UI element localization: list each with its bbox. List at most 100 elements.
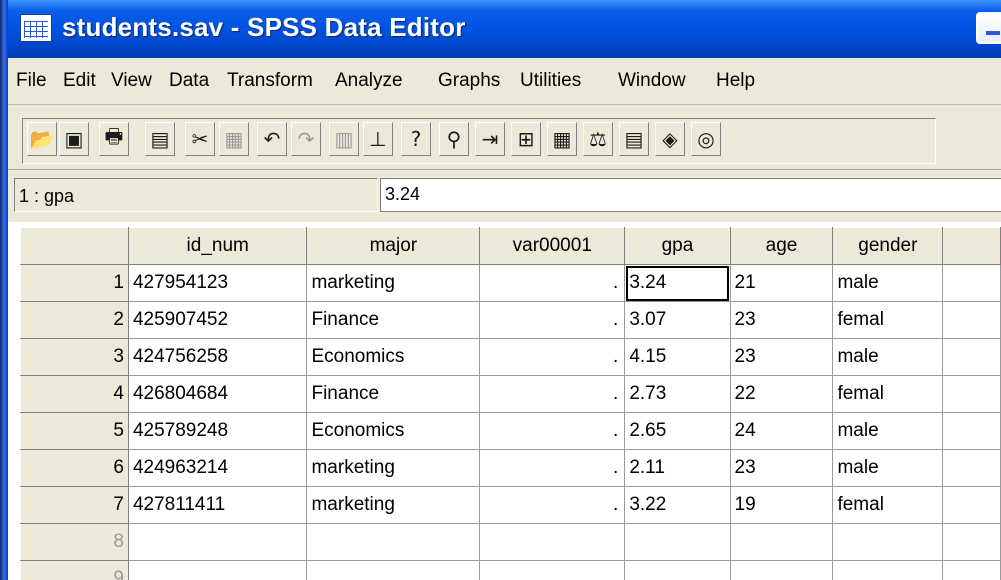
cell-major[interactable]: Finance	[306, 301, 481, 339]
cell-var00001[interactable]	[479, 560, 626, 580]
cell-empty[interactable]	[942, 264, 1001, 302]
cell-empty[interactable]	[942, 412, 1001, 450]
cell-id-num[interactable]: 424756258	[127, 338, 308, 376]
row-number[interactable]: 2	[20, 301, 129, 339]
table-row[interactable]: 4 426804684 Finance. 2.73 22 femal	[20, 375, 1001, 413]
cell-major[interactable]	[306, 523, 481, 561]
cell-id-num[interactable]	[127, 523, 308, 561]
row-number[interactable]: 6	[20, 449, 129, 487]
cell-gender[interactable]: femal	[832, 375, 944, 413]
cell-empty[interactable]	[942, 560, 1001, 580]
cell-id-num[interactable]: 425789248	[127, 412, 308, 450]
row-number[interactable]: 1	[20, 264, 129, 302]
cell-id-num[interactable]: 425907452	[127, 301, 308, 339]
row-number[interactable]: 5	[20, 412, 129, 450]
cell-id-num[interactable]	[127, 560, 308, 580]
cell-empty[interactable]	[942, 486, 1001, 524]
menu-utilities[interactable]: Utilities	[520, 70, 581, 92]
menu-graphs[interactable]: Graphs	[438, 70, 500, 92]
menu-data[interactable]: Data	[169, 70, 209, 92]
cell-id-num[interactable]: 426804684	[127, 375, 308, 413]
column-header[interactable]: gpa	[624, 227, 731, 265]
table-row[interactable]: 1 427954123 marketing. 3.24 21 male	[20, 264, 1001, 302]
cell-gpa[interactable]: 2.11	[624, 449, 731, 487]
insert-case-icon[interactable]: ⇥	[475, 122, 505, 156]
cell-empty[interactable]	[942, 301, 1001, 339]
variables-icon[interactable]: ?	[401, 122, 431, 156]
cell-var00001[interactable]: .	[479, 264, 626, 302]
use-sets-icon[interactable]: ◎	[691, 122, 721, 156]
table-row[interactable]: 6 424963214 marketing. 2.11 23 male	[20, 449, 1001, 487]
paste-icon[interactable]: ▦	[219, 122, 249, 156]
cell-major[interactable]: marketing	[306, 449, 481, 487]
cell-var00001[interactable]: .	[479, 301, 626, 339]
cell-empty[interactable]	[942, 523, 1001, 561]
cell-gpa[interactable]: 3.22	[624, 486, 731, 524]
cell-id-num[interactable]: 427954123	[127, 264, 308, 302]
row-number[interactable]: 9	[20, 560, 129, 580]
cell-major[interactable]: marketing	[306, 486, 481, 524]
menu-view[interactable]: View	[111, 70, 152, 92]
cell-var00001[interactable]: .	[479, 338, 626, 376]
cell-gpa[interactable]: 3.07	[624, 301, 731, 339]
cell-gpa[interactable]: 2.65	[624, 412, 731, 450]
table-row[interactable]: 5 425789248 Economics. 2.65 24 male	[20, 412, 1001, 450]
cell-age[interactable]	[729, 523, 834, 561]
title-bar[interactable]: students.sav - SPSS Data Editor	[8, 0, 1001, 58]
save-icon[interactable]: ▣	[59, 122, 89, 156]
table-row[interactable]: 9	[20, 560, 1001, 580]
cell-age[interactable]: 24	[729, 412, 834, 450]
goto-chart-icon[interactable]: ▥	[329, 122, 359, 156]
cell-gpa[interactable]: 2.73	[624, 375, 731, 413]
cell-gender[interactable]	[832, 523, 944, 561]
split-file-icon[interactable]: ▦	[547, 122, 577, 156]
undo-icon[interactable]: ↶	[257, 122, 287, 156]
column-header[interactable]: gender	[832, 227, 944, 265]
cell-major[interactable]	[306, 560, 481, 580]
cell-age[interactable]: 22	[729, 375, 834, 413]
print-icon[interactable]: 🖶	[99, 122, 129, 156]
cell-gender[interactable]: male	[832, 264, 944, 302]
cell-gpa[interactable]: 3.24	[624, 264, 731, 302]
cell-var00001[interactable]: .	[479, 412, 626, 450]
cell-id-num[interactable]: 424963214	[127, 449, 308, 487]
weight-cases-icon[interactable]: ⚖	[583, 122, 613, 156]
column-header[interactable]: age	[729, 227, 834, 265]
cell-empty[interactable]	[942, 338, 1001, 376]
cell-gender[interactable]: male	[832, 338, 944, 376]
table-row[interactable]: 3 424756258 Economics. 4.15 23 male	[20, 338, 1001, 376]
cell-age[interactable]: 19	[729, 486, 834, 524]
insert-variable-icon[interactable]: ⊞	[511, 122, 541, 156]
row-number[interactable]: 7	[20, 486, 129, 524]
menu-file[interactable]: File	[16, 70, 47, 92]
cut-icon[interactable]: ✂	[185, 122, 215, 156]
cell-gender[interactable]	[832, 560, 944, 580]
menu-window[interactable]: Window	[618, 70, 686, 92]
cell-var00001[interactable]: .	[479, 486, 626, 524]
row-number[interactable]: 8	[20, 523, 129, 561]
row-number[interactable]: 3	[20, 338, 129, 376]
cell-major[interactable]: marketing	[306, 264, 481, 302]
cell-value-input[interactable]: 3.24	[380, 178, 1001, 212]
goto-case-icon[interactable]: ⊥	[363, 122, 393, 156]
value-labels-icon[interactable]: ◈	[655, 122, 685, 156]
cell-empty[interactable]	[942, 449, 1001, 487]
row-number[interactable]: 4	[20, 375, 129, 413]
cell-age[interactable]	[729, 560, 834, 580]
cell-gender[interactable]: male	[832, 449, 944, 487]
cell-gender[interactable]: male	[832, 412, 944, 450]
open-icon[interactable]: 📂	[27, 122, 57, 156]
cell-age[interactable]: 21	[729, 264, 834, 302]
cell-id-num[interactable]: 427811411	[127, 486, 308, 524]
menu-analyze[interactable]: Analyze	[335, 70, 403, 92]
table-row[interactable]: 2 425907452 Finance. 3.07 23 femal	[20, 301, 1001, 339]
cell-gender[interactable]: femal	[832, 301, 944, 339]
cell-major[interactable]: Economics	[306, 412, 481, 450]
cell-gpa[interactable]	[624, 560, 731, 580]
cell-major[interactable]: Finance	[306, 375, 481, 413]
find-icon[interactable]: ⚲	[439, 122, 469, 156]
cell-var00001[interactable]: .	[479, 449, 626, 487]
cell-gender[interactable]: femal	[832, 486, 944, 524]
menu-transform[interactable]: Transform	[227, 70, 313, 92]
dialog-recall-icon[interactable]: ▤	[145, 122, 175, 156]
